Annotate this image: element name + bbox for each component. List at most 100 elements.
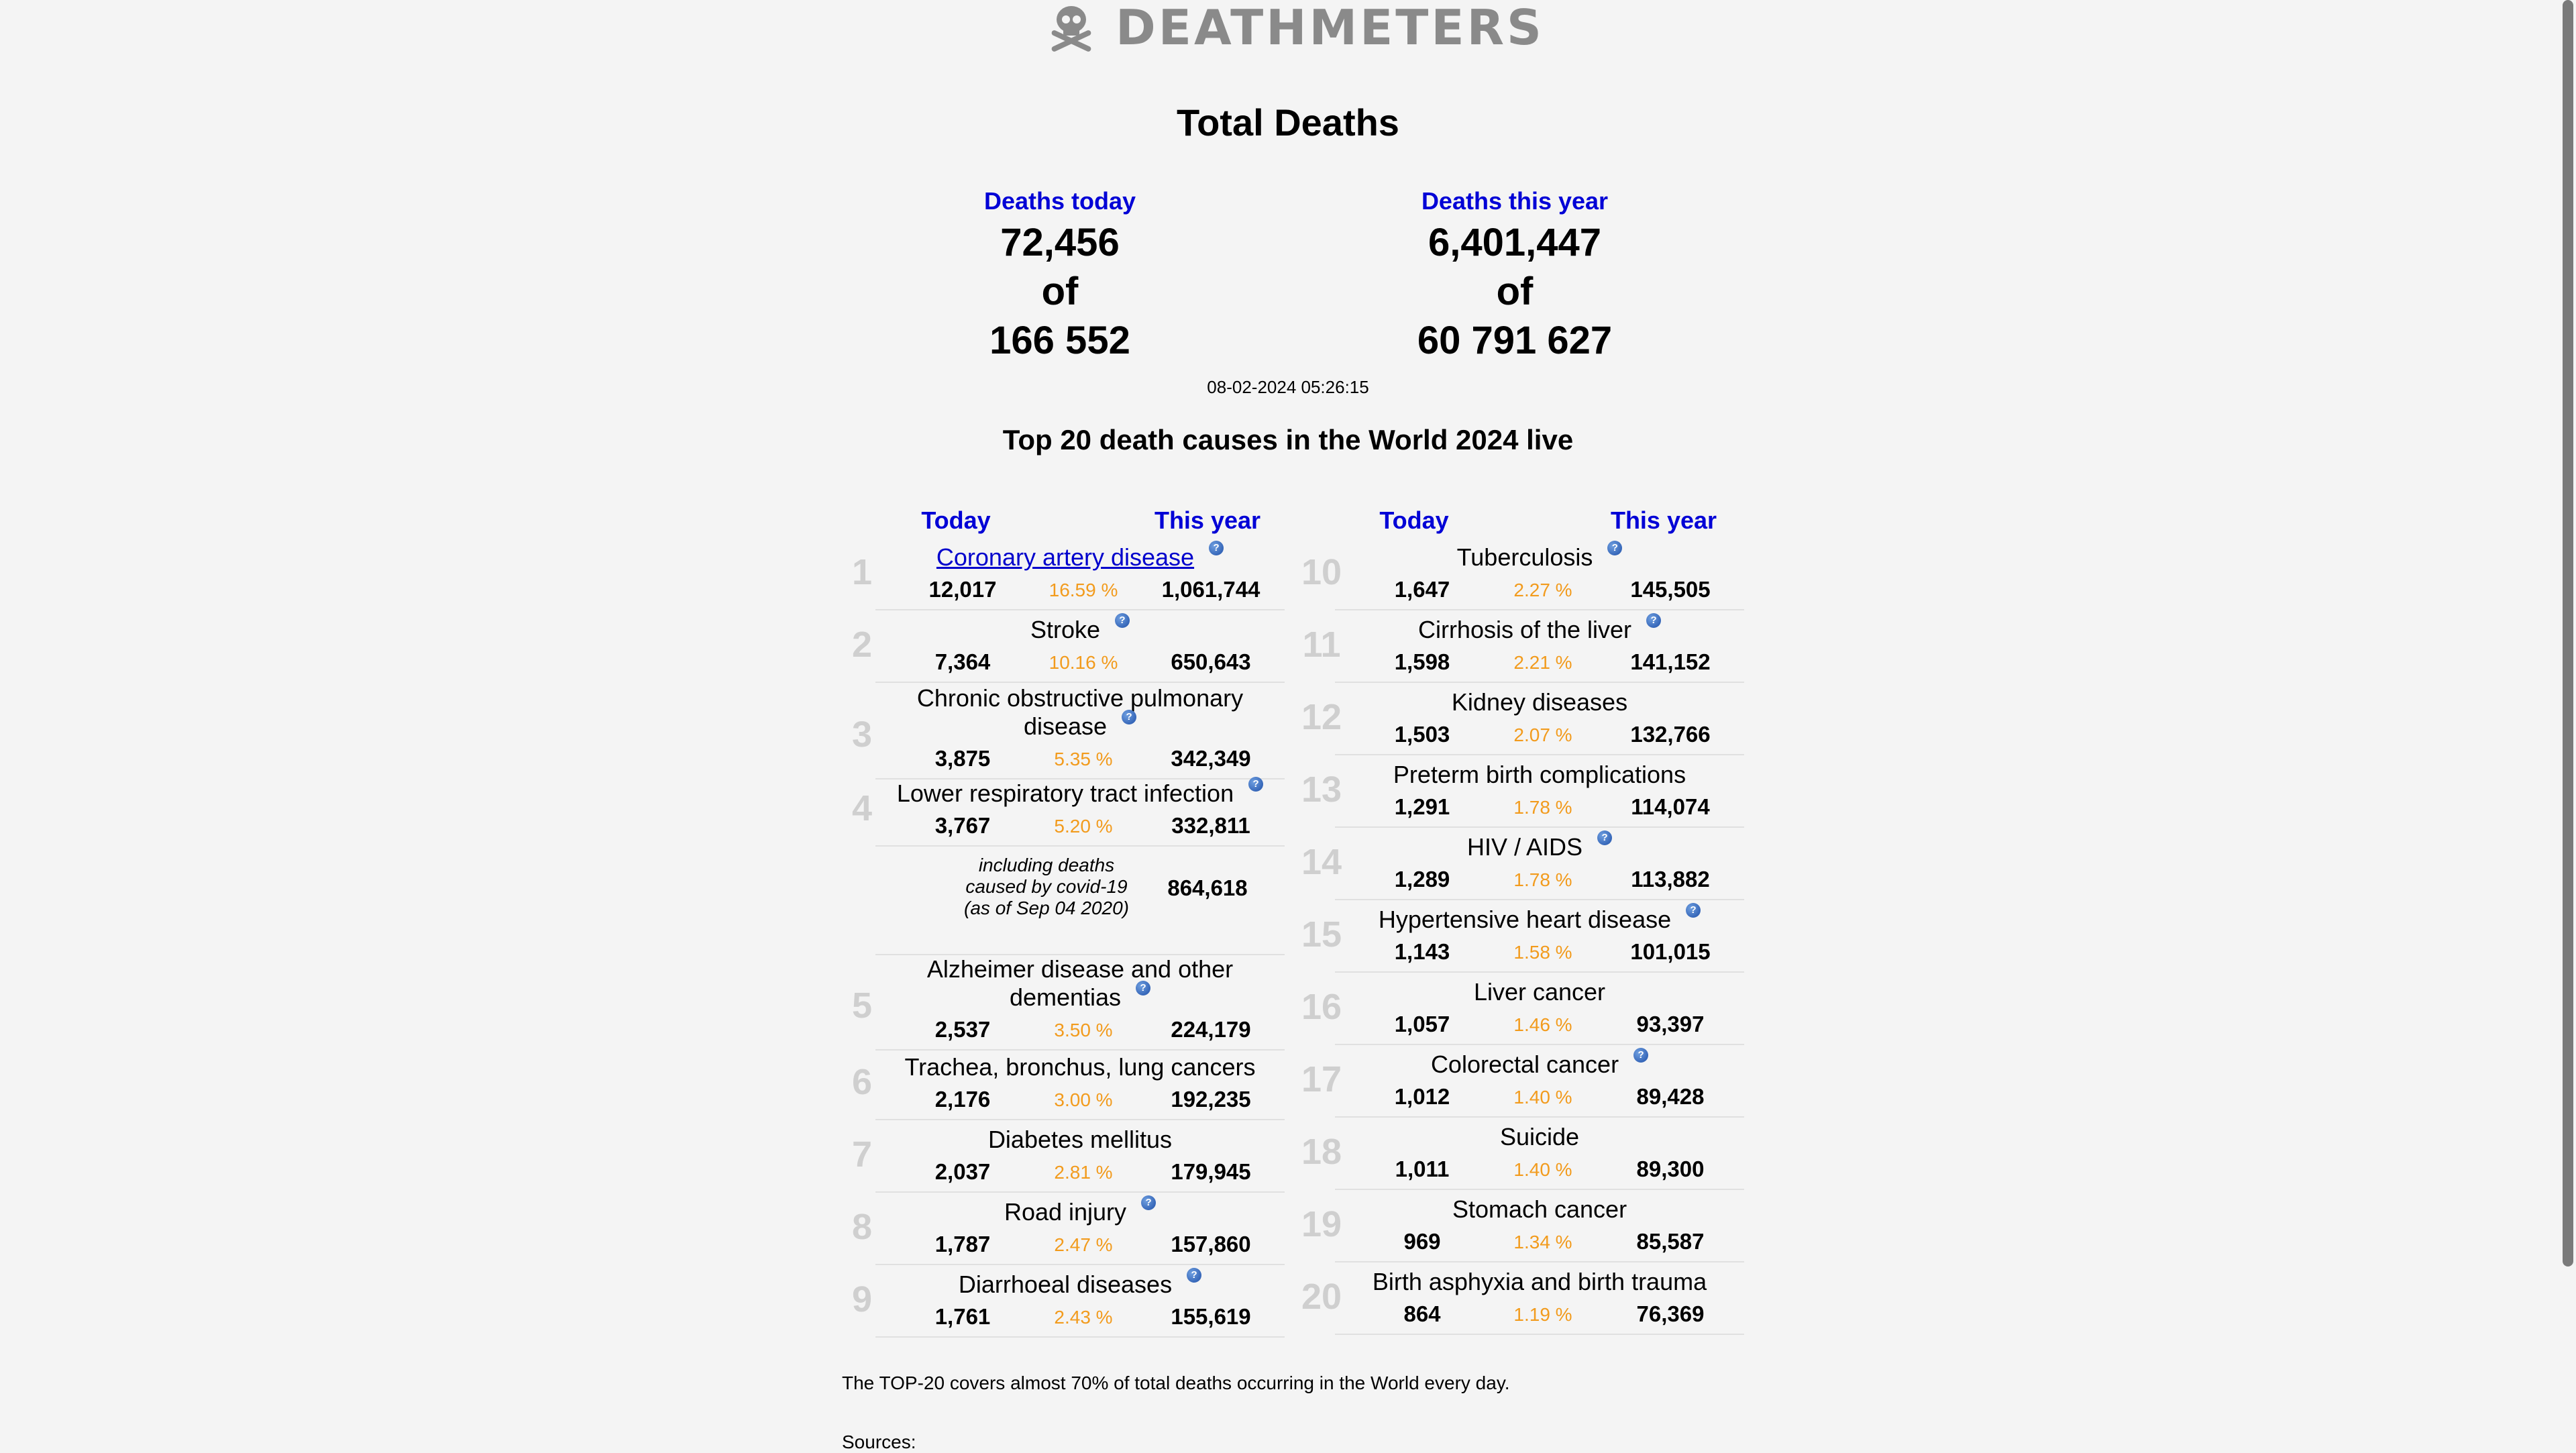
covid-note: including deaths caused by covid-19 (as … [939, 855, 1154, 919]
help-icon[interactable]: ? [1122, 710, 1137, 724]
cause-label: Birth asphyxia and birth trauma [1372, 1268, 1707, 1295]
site-logo[interactable]: DEATHMETERS [1043, 0, 1544, 56]
cause-row[interactable]: 10 Tuberculosis? 1,647 2.27 % 145,505 [1301, 541, 1744, 610]
today-count: 1,289 [1394, 867, 1450, 892]
cause-label: Diarrhoeal diseases [958, 1271, 1173, 1298]
cause-values: 1,143 1.58 % 101,015 [1335, 939, 1744, 967]
cause-label: Liver cancer [1473, 978, 1606, 1006]
year-count: 93,397 [1636, 1012, 1705, 1036]
help-icon[interactable]: ? [1633, 1048, 1649, 1063]
cause-row[interactable]: 18 Suicide 1,011 1.40 % 89,300 [1301, 1123, 1744, 1190]
today-count: 1,598 [1394, 649, 1450, 674]
covid-value: 864,618 [1167, 875, 1248, 900]
cause-values: 1,503 2.07 % 132,766 [1335, 722, 1744, 750]
cause-name: Coronary artery disease? [875, 541, 1285, 572]
cause-row[interactable]: 19 Stomach cancer 969 1.34 % 85,587 [1301, 1195, 1744, 1262]
year-count: 113,882 [1631, 867, 1710, 892]
percent-share: 2.81 % [1054, 1162, 1113, 1183]
help-icon[interactable]: ? [1607, 541, 1623, 555]
deaths-year-label: Deaths this year [1421, 187, 1609, 215]
cause-row[interactable]: 15 Hypertensive heart disease? 1,143 1.58 %… [1301, 903, 1744, 973]
cause-row[interactable]: 14 HIV / AIDS? 1,289 1.78 % 113,882 [1301, 830, 1744, 900]
cause-row[interactable]: 17 Colorectal cancer? 1,012 1.40 % 89,428 [1301, 1048, 1744, 1118]
cause-row[interactable]: 12 Kidney diseases 1,503 2.07 % 132,766 [1301, 688, 1744, 755]
cause-row[interactable]: 2 Stroke? 7,364 10.16 % 650,643 [852, 613, 1285, 683]
cause-name: Diarrhoeal diseases? [875, 1268, 1285, 1299]
right-header-year: This year [1610, 506, 1717, 534]
today-count: 1,057 [1394, 1012, 1450, 1036]
cause-name: Alzheimer disease and other dementias? [892, 955, 1268, 1012]
logo-text: DEATHMETERS [1116, 0, 1544, 56]
year-count: 192,235 [1171, 1087, 1251, 1112]
help-icon[interactable]: ? [1248, 777, 1264, 792]
cause-row[interactable]: 8 Road injury? 1,787 2.47 % 157,860 [852, 1195, 1285, 1265]
deaths-today-total: 166 552 [989, 319, 1130, 362]
cause-label: Road injury [1004, 1198, 1127, 1226]
cause-values: 1,057 1.46 % 93,397 [1335, 1012, 1744, 1040]
today-count: 1,761 [934, 1304, 991, 1329]
cause-values: 1,647 2.27 % 145,505 [1335, 577, 1744, 605]
cause-row[interactable]: 3 Chronic obstructive pulmonary disease? 3… [852, 684, 1285, 779]
year-count: 114,074 [1631, 794, 1710, 819]
scrollbar-thumb[interactable] [2563, 0, 2573, 1267]
cause-row[interactable]: 1 Coronary artery disease? 12,017 16.59 % 1,… [852, 541, 1285, 610]
cause-label: Cirrhosis of the liver [1417, 616, 1632, 643]
cause-label: Lower respiratory tract infection [896, 779, 1234, 807]
left-header-year: This year [1154, 506, 1261, 534]
help-icon[interactable]: ? [1115, 613, 1130, 628]
today-count: 1,143 [1394, 939, 1450, 964]
cause-name: Preterm birth complications [1335, 761, 1744, 789]
cause-row[interactable]: 9 Diarrhoeal diseases? 1,761 2.43 % 155,619 [852, 1268, 1285, 1338]
year-count: 224,179 [1171, 1017, 1251, 1042]
help-icon[interactable]: ? [1597, 830, 1613, 845]
sources-label: Sources: [842, 1432, 916, 1452]
today-count: 3,767 [934, 813, 991, 838]
deaths-today-block: Deaths today 72,456 of 166 552 [825, 184, 1295, 365]
cause-values: 1,012 1.40 % 89,428 [1335, 1084, 1744, 1112]
cause-row[interactable]: 11 Cirrhosis of the liver? 1,598 2.21 % 141,… [1302, 613, 1744, 683]
help-icon[interactable]: ? [1136, 981, 1151, 995]
help-icon[interactable]: ? [1686, 903, 1701, 918]
cause-label: Diabetes mellitus [987, 1126, 1173, 1153]
cause-values: 1,598 2.21 % 141,152 [1335, 649, 1744, 678]
year-count: 76,369 [1636, 1301, 1705, 1326]
cause-row[interactable]: 20 Birth asphyxia and birth trauma 864 1.19… [1301, 1268, 1744, 1335]
year-count: 132,766 [1630, 722, 1711, 747]
percent-share: 1.19 % [1513, 1304, 1572, 1325]
today-count: 12,017 [928, 577, 997, 602]
cause-row[interactable]: 16 Liver cancer 1,057 1.46 % 93,397 [1301, 978, 1744, 1045]
section-title: Top 20 death causes in the World 2024 li… [1002, 424, 1574, 455]
today-count: 1,012 [1394, 1084, 1450, 1109]
help-icon[interactable]: ? [1209, 541, 1224, 555]
help-icon[interactable]: ? [1187, 1268, 1202, 1283]
cause-row[interactable]: 7 Diabetes mellitus 2,037 2.81 % 179,945 [852, 1126, 1285, 1193]
percent-share: 10.16 % [1049, 652, 1118, 673]
cause-label: Tuberculosis [1456, 543, 1593, 571]
cause-row[interactable]: 13 Preterm birth complications 1,291 1.78 %… [1301, 761, 1744, 828]
scrollbar[interactable] [2560, 0, 2576, 1449]
year-count: 332,811 [1171, 813, 1250, 838]
help-icon[interactable]: ? [1141, 1195, 1157, 1210]
cause-values: 12,017 16.59 % 1,061,744 [875, 577, 1285, 605]
help-icon[interactable]: ? [1646, 613, 1662, 628]
cause-row[interactable]: 5 Alzheimer disease and other dementias? 2… [852, 955, 1285, 1051]
today-count: 1,503 [1394, 722, 1450, 747]
cause-name: Cirrhosis of the liver? [1335, 613, 1744, 644]
year-count: 1,061,744 [1161, 577, 1260, 602]
cause-row[interactable]: 6 Trachea, bronchus, lung cancers 2,176 3.0… [852, 1053, 1285, 1120]
coverage-note: The TOP-20 covers almost 70% of total de… [842, 1373, 1510, 1393]
deaths-year-total: 60 791 627 [1417, 319, 1613, 362]
today-count: 7,364 [934, 649, 991, 674]
cause-values: 969 1.34 % 85,587 [1335, 1229, 1744, 1257]
cause-row[interactable]: 4 Lower respiratory tract infection? 3,767… [852, 777, 1285, 847]
today-count: 1,011 [1395, 1156, 1450, 1181]
cause-name: Hypertensive heart disease? [1335, 903, 1744, 934]
year-count: 85,587 [1636, 1229, 1705, 1254]
percent-share: 2.21 % [1513, 652, 1572, 673]
year-count: 145,505 [1630, 577, 1711, 602]
deaths-year-value: 6,401,447 [1428, 221, 1602, 264]
cause-link[interactable]: Coronary artery disease [936, 543, 1194, 571]
deaths-year-of: of [1496, 270, 1534, 313]
cause-name: Suicide [1335, 1123, 1744, 1151]
cause-name: Liver cancer [1335, 978, 1744, 1006]
